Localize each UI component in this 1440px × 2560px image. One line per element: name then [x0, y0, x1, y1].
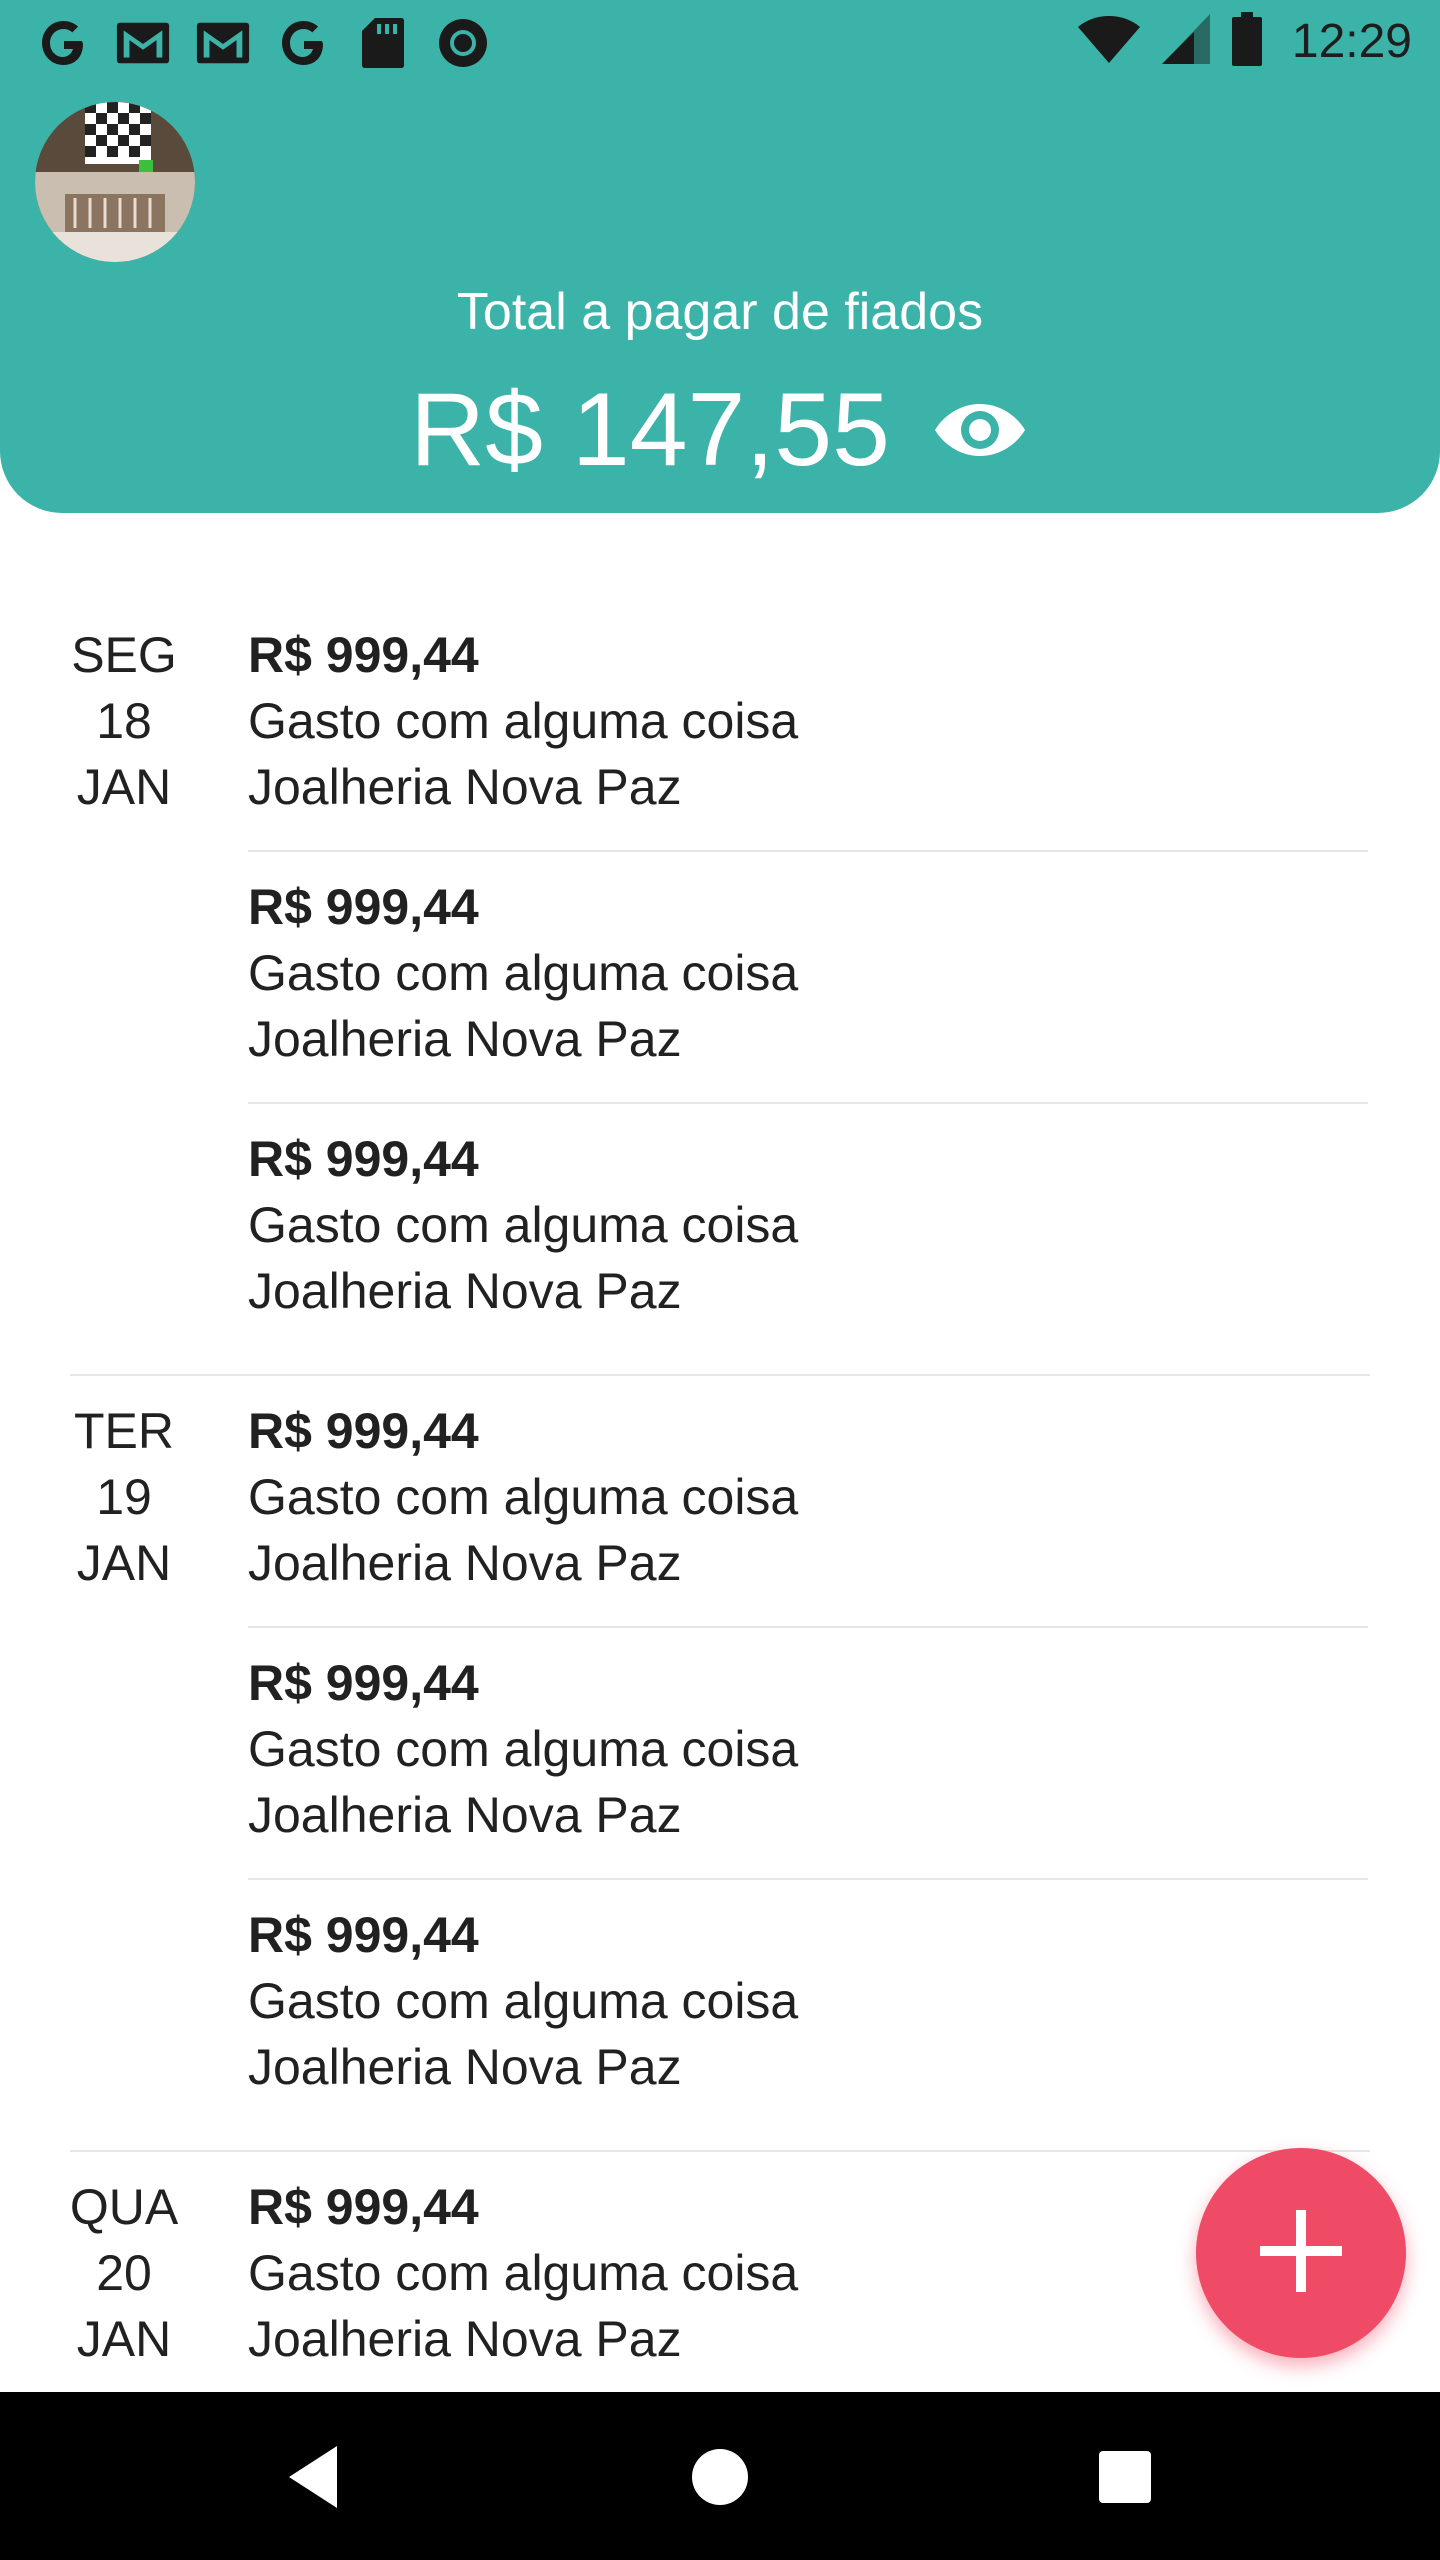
entry-description: Gasto com alguma coisa [248, 693, 799, 749]
entry-amount: R$ 999,44 [248, 879, 479, 935]
day-number: 19 [96, 1469, 152, 1525]
gmail-icon [114, 14, 172, 72]
list-item[interactable]: R$ 999,44 Gasto com alguma coisa Joalher… [248, 852, 1368, 1104]
entry-amount: R$ 999,44 [248, 1131, 479, 1187]
entry-store: Joalheria Nova Paz [248, 1787, 682, 1843]
list-item[interactable]: R$ 999,44 Gasto com alguma coisa Joalher… [248, 1376, 1368, 1628]
clock: 12:29 [1291, 15, 1412, 68]
day-label: TER 19 JAN [0, 1376, 175, 2130]
cell-signal-icon [1160, 12, 1212, 71]
day-group: SEG 18 JAN R$ 999,44 Gasto com alguma co… [0, 600, 1440, 1376]
weekday: SEG [71, 627, 177, 683]
entry-store: Joalheria Nova Paz [248, 1263, 682, 1319]
entry-store: Joalheria Nova Paz [248, 2311, 682, 2367]
wifi-icon [1076, 13, 1142, 70]
month: JAN [76, 759, 172, 815]
avatar[interactable] [35, 102, 195, 262]
month: JAN [76, 1535, 172, 1591]
entry-amount: R$ 999,44 [248, 1655, 479, 1711]
battery-icon [1230, 10, 1264, 73]
total-label: Total a pagar de fiados [456, 283, 984, 341]
month: JAN [76, 2311, 172, 2367]
total-value: R$ 147,55 [410, 371, 890, 488]
add-button[interactable] [1196, 2148, 1406, 2358]
entry-store: Joalheria Nova Paz [248, 1011, 682, 1067]
entry-description: Gasto com alguma coisa [248, 1721, 799, 1777]
circle-app-icon [434, 14, 492, 72]
gmail-icon [194, 14, 252, 72]
entry-description: Gasto com alguma coisa [248, 945, 799, 1001]
list-item[interactable]: R$ 999,44 Gasto com alguma coisa Joalher… [248, 1880, 1368, 2130]
day-group: TER 19 JAN R$ 999,44 Gasto com alguma co… [0, 1376, 1440, 2152]
plus-icon [1256, 2206, 1346, 2301]
entry-description: Gasto com alguma coisa [248, 1973, 799, 2029]
list-item[interactable]: R$ 999,44 Gasto com alguma coisa Joalher… [248, 600, 1368, 852]
expense-list[interactable]: SEG 18 JAN R$ 999,44 Gasto com alguma co… [0, 600, 1440, 2392]
weekday: TER [74, 1403, 174, 1459]
entry-store: Joalheria Nova Paz [248, 1535, 682, 1591]
recents-icon[interactable] [1080, 2432, 1170, 2522]
google-icon [274, 14, 332, 72]
day-label: QUA 20 JAN [0, 2152, 178, 2392]
back-icon[interactable] [270, 2432, 360, 2522]
entry-amount: R$ 999,44 [248, 627, 479, 683]
day-label: SEG 18 JAN [0, 600, 177, 1354]
entry-description: Gasto com alguma coisa [248, 1197, 799, 1253]
day-number: 18 [96, 693, 152, 749]
eye-icon[interactable] [930, 395, 1030, 465]
navigation-bar [0, 2392, 1440, 2560]
entry-store: Joalheria Nova Paz [248, 2039, 682, 2095]
entry-store: Joalheria Nova Paz [248, 759, 682, 815]
weekday: QUA [69, 2179, 179, 2235]
list-item[interactable]: R$ 999,44 Gasto com alguma coisa Joalher… [248, 1104, 1368, 1354]
entry-amount: R$ 999,44 [248, 1907, 479, 1963]
entry-amount: R$ 999,44 [248, 1403, 479, 1459]
sd-card-icon [354, 14, 412, 72]
google-icon [34, 14, 92, 72]
header: 12:29 Total a pagar de fiados R$ 147,55 [0, 0, 1440, 513]
list-item[interactable]: R$ 999,44 Gasto com alguma coisa Joalher… [248, 1628, 1368, 1880]
status-bar: 12:29 [0, 0, 1440, 84]
day-number: 20 [96, 2245, 152, 2301]
entry-description: Gasto com alguma coisa [248, 1469, 799, 1525]
home-icon[interactable] [675, 2432, 765, 2522]
